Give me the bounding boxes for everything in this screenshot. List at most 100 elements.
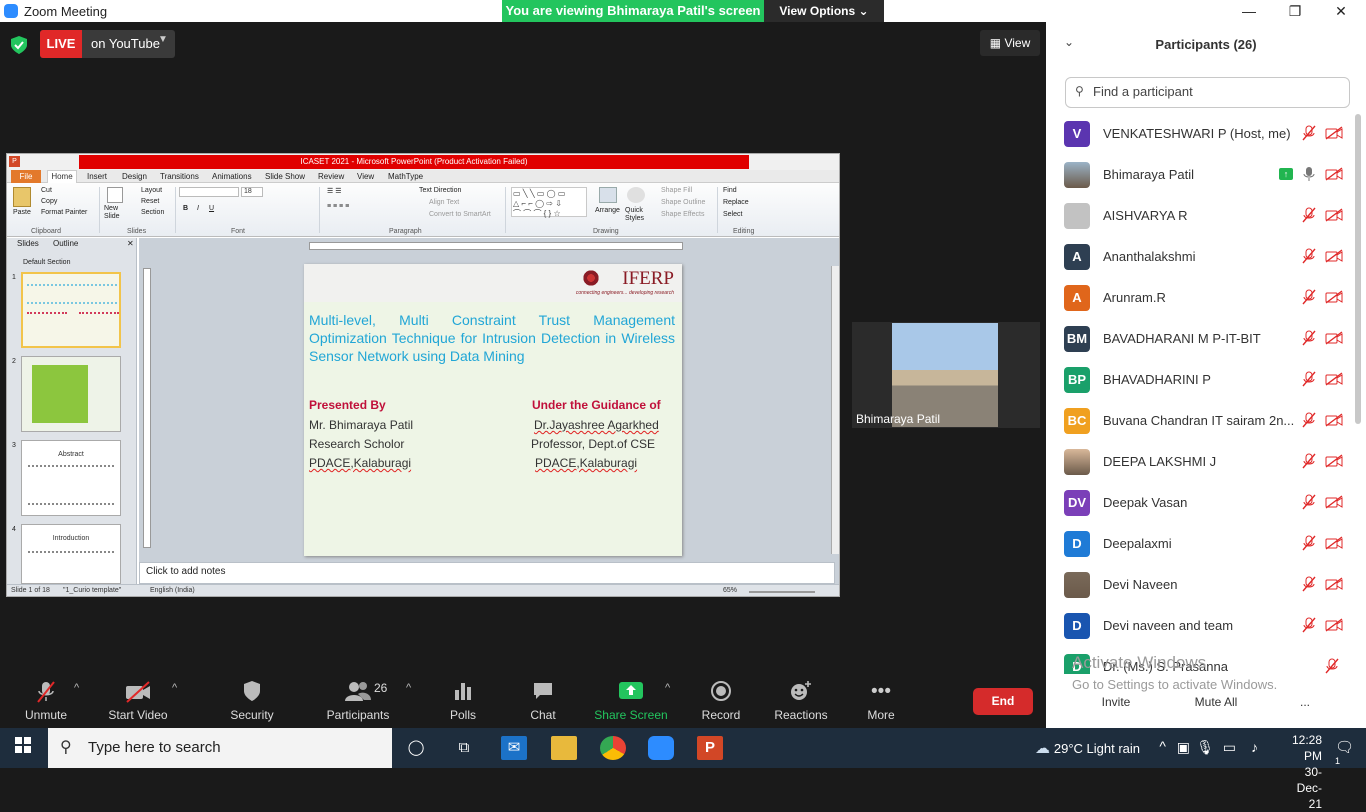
slide-thumbnail-4[interactable]: Introduction xyxy=(21,524,121,584)
notes-field[interactable]: Click to add notes xyxy=(139,562,835,584)
outline-pane-tab[interactable]: Outline xyxy=(53,239,78,248)
participant-row[interactable]: D Devi naveen and team xyxy=(1046,606,1356,647)
windows-start-icon[interactable] xyxy=(10,736,36,760)
close-pane-icon[interactable]: ✕ xyxy=(127,239,134,248)
video-off-icon[interactable] xyxy=(1325,290,1343,304)
mic-muted-icon[interactable] xyxy=(1302,248,1316,264)
text-direction-button[interactable]: Text Direction xyxy=(419,187,461,194)
participant-list-scrollbar[interactable] xyxy=(1355,114,1361,424)
participant-row[interactable]: DV Deepak Vasan xyxy=(1046,483,1356,524)
mail-icon[interactable]: ✉ xyxy=(501,736,527,760)
live-streaming-button[interactable]: LIVE on YouTube ▼ xyxy=(40,30,175,58)
microphone-icon[interactable]: 🎙 xyxy=(1196,739,1214,756)
unmute-button[interactable]: Unmute xyxy=(20,680,72,722)
mic-muted-icon[interactable] xyxy=(1302,289,1316,305)
align-icons[interactable]: ≡ ≡ ≡ ≡ xyxy=(327,203,349,210)
video-off-icon[interactable] xyxy=(1325,167,1343,181)
powerpoint-taskbar-icon[interactable]: P xyxy=(697,736,723,760)
mic-muted-icon[interactable] xyxy=(1302,412,1316,428)
new-slide-button[interactable]: New Slide xyxy=(104,205,126,221)
ppt-tab-insert[interactable]: Insert xyxy=(87,172,107,181)
mic-muted-icon[interactable] xyxy=(1302,453,1316,469)
video-off-icon[interactable] xyxy=(1325,495,1343,509)
participant-row[interactable]: Devi Naveen xyxy=(1046,565,1356,606)
restore-button[interactable]: ❐ xyxy=(1272,0,1318,22)
audio-options-caret-icon[interactable]: ^ xyxy=(74,682,79,694)
ppt-home-tab-active[interactable]: Home xyxy=(47,170,77,183)
ppt-tab-design[interactable]: Design xyxy=(122,172,147,181)
reactions-button[interactable]: Reactions xyxy=(772,680,830,722)
ppt-tab-mathtype[interactable]: MathType xyxy=(388,172,423,181)
close-button[interactable]: ✕ xyxy=(1318,0,1364,22)
ppt-tab-transitions[interactable]: Transitions xyxy=(160,172,199,181)
record-button[interactable]: Record xyxy=(700,680,742,722)
task-view-icon[interactable]: ⧉ xyxy=(451,736,477,760)
copy-button[interactable]: Copy xyxy=(41,198,57,205)
reset-button[interactable]: Reset xyxy=(141,198,159,205)
share-screen-button[interactable]: Share Screen xyxy=(594,680,668,722)
mic-muted-icon[interactable] xyxy=(1302,576,1316,592)
participant-video-tile[interactable]: Bhimaraya Patil xyxy=(852,322,1040,428)
network-icon[interactable]: ▭ xyxy=(1223,739,1236,756)
mic-muted-icon[interactable] xyxy=(1302,207,1316,223)
participant-row[interactable]: BM BAVADHARANI M P-IT-BIT xyxy=(1046,319,1356,360)
mic-muted-icon[interactable] xyxy=(1325,658,1339,674)
weather-text[interactable]: 29°C Light rain xyxy=(1054,741,1140,756)
video-off-icon[interactable] xyxy=(1325,249,1343,263)
align-text-button[interactable]: Align Text xyxy=(429,199,459,206)
mic-muted-icon[interactable] xyxy=(1302,125,1316,141)
taskbar-search-input[interactable]: ⚲ Type here to search xyxy=(48,728,392,768)
ppt-tab-review[interactable]: Review xyxy=(318,172,344,181)
participant-row[interactable]: D Deepalaxmi xyxy=(1046,524,1356,565)
mic-on-icon[interactable] xyxy=(1302,166,1316,182)
slide-editor[interactable]: IFERP connecting engineers... developing… xyxy=(139,238,839,584)
section-button[interactable]: Section xyxy=(141,209,164,216)
mute-all-button[interactable]: Mute All xyxy=(1188,690,1244,714)
shape-effects-button[interactable]: Shape Effects xyxy=(661,211,704,218)
participant-row[interactable]: V VENKATESHWARI P (Host, me) xyxy=(1046,114,1356,155)
underline-button[interactable]: U xyxy=(209,205,214,212)
find-participant-input[interactable]: ⚲ Find a participant xyxy=(1065,77,1350,108)
italic-button[interactable]: I xyxy=(197,205,199,212)
bold-button[interactable]: B xyxy=(183,205,188,212)
cortana-circle-icon[interactable]: ◯ xyxy=(403,736,429,760)
slides-pane-tab[interactable]: Slides xyxy=(17,239,39,248)
shape-fill-button[interactable]: Shape Fill xyxy=(661,187,692,194)
video-off-icon[interactable] xyxy=(1325,618,1343,632)
select-button[interactable]: Select xyxy=(723,211,742,218)
zoom-taskbar-icon[interactable] xyxy=(648,736,674,760)
minimize-button[interactable]: — xyxy=(1226,0,1272,22)
participants-button[interactable]: 26 Participants xyxy=(322,680,394,722)
font-size-field[interactable]: 18 xyxy=(241,187,263,197)
polls-button[interactable]: Polls xyxy=(444,680,482,722)
panel-more-button[interactable]: ... xyxy=(1294,690,1316,714)
ppt-tab-view[interactable]: View xyxy=(357,172,374,181)
clock[interactable]: 12:28 PM 30-Dec-21 xyxy=(1292,732,1322,812)
mic-muted-icon[interactable] xyxy=(1302,617,1316,633)
security-button[interactable]: Security xyxy=(226,680,278,722)
share-options-caret-icon[interactable]: ^ xyxy=(665,682,670,694)
video-off-icon[interactable] xyxy=(1325,413,1343,427)
shapes-gallery[interactable]: ▭ ╲ ╲ ▭ ◯ ▭ △ ⌐ ⌐ ◯ ⇨ ⇩ ⌒ ⌒ ⌒ { } ☆ xyxy=(511,187,587,218)
quick-styles-button[interactable]: Quick Styles xyxy=(625,207,649,223)
start-video-button[interactable]: Start Video xyxy=(104,680,172,722)
participant-row[interactable]: DEEPA LAKSHMI J xyxy=(1046,442,1356,483)
video-off-icon[interactable] xyxy=(1325,536,1343,550)
slide-thumbnail-3[interactable]: Abstract xyxy=(21,440,121,516)
chat-button[interactable]: Chat xyxy=(524,680,562,722)
participant-row[interactable]: BP BHAVADHARINI P xyxy=(1046,360,1356,401)
find-button[interactable]: Find xyxy=(723,187,737,194)
mic-muted-icon[interactable] xyxy=(1302,371,1316,387)
bullets-icon[interactable]: ☰ ☰ xyxy=(327,187,342,195)
mic-muted-icon[interactable] xyxy=(1302,330,1316,346)
replace-button[interactable]: Replace xyxy=(723,199,749,206)
slide-thumbnail-2[interactable] xyxy=(21,356,121,432)
zoom-slider[interactable] xyxy=(749,591,815,593)
more-button[interactable]: ••• More xyxy=(862,680,900,722)
ppt-tab-slide-show[interactable]: Slide Show xyxy=(265,172,305,181)
participant-row[interactable]: AISHVARYA R xyxy=(1046,196,1356,237)
ppt-file-tab[interactable]: File xyxy=(11,170,41,183)
view-options-button[interactable]: View Options ⌄ xyxy=(764,0,884,22)
notifications-icon[interactable]: 🗨1 xyxy=(1335,738,1354,774)
paste-button[interactable]: Paste xyxy=(13,209,31,216)
